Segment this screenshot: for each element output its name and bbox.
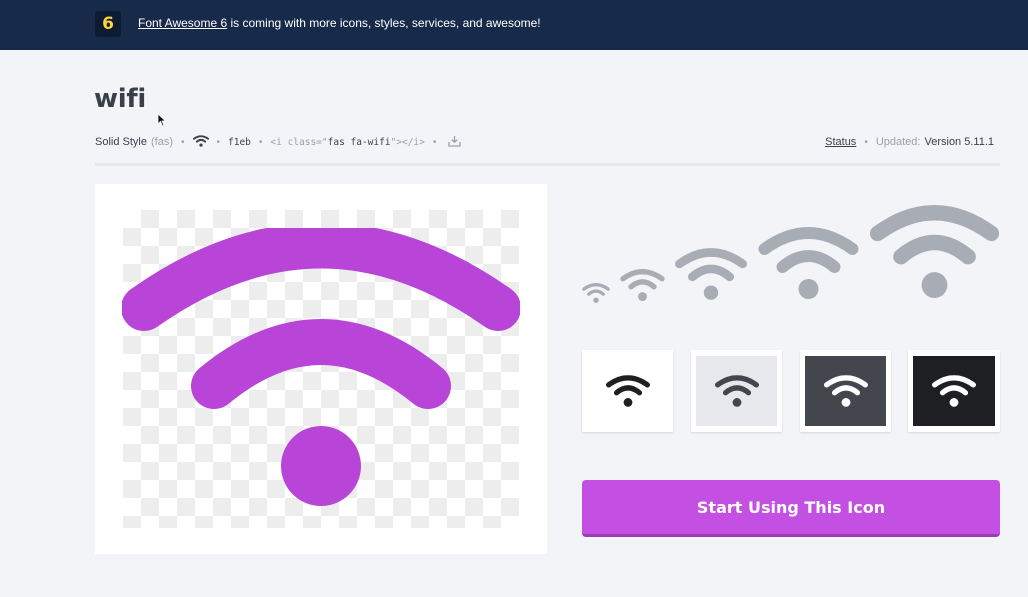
style-label: Solid Style bbox=[95, 136, 147, 148]
style-prefix: (fas) bbox=[150, 136, 173, 148]
header-divider bbox=[95, 163, 1000, 166]
wifi-icon bbox=[606, 375, 650, 407]
swatch-black-fill bbox=[913, 356, 995, 426]
icon-meta-row: Solid Style (fas) • • f1eb • <i class="f… bbox=[95, 136, 1000, 152]
version-value: Version 5.11.1 bbox=[924, 136, 994, 148]
wifi-icon bbox=[824, 375, 868, 407]
html-snippet[interactable]: <i class="fas fa-wifi"></i> bbox=[270, 137, 424, 148]
swatch-black[interactable] bbox=[908, 350, 1000, 432]
announcement-banner: 6 Font Awesome 6 is coming with more ico… bbox=[0, 0, 1028, 50]
font-awesome-6-link[interactable]: Font Awesome 6 bbox=[138, 16, 227, 30]
swatch-dark-fill bbox=[805, 356, 886, 426]
size-preview-xs bbox=[582, 283, 610, 303]
separator-dot: • bbox=[432, 136, 437, 148]
swatch-white[interactable] bbox=[582, 350, 673, 432]
wifi-icon bbox=[582, 283, 610, 303]
separator-dot: • bbox=[864, 136, 868, 148]
unicode-value[interactable]: f1eb bbox=[228, 137, 251, 148]
start-using-icon-button[interactable]: Start Using This Icon bbox=[582, 480, 1000, 537]
size-preview-lg bbox=[757, 227, 860, 299]
wifi-icon bbox=[932, 375, 976, 407]
banner-message: Font Awesome 6 is coming with more icons… bbox=[138, 16, 541, 30]
wifi-icon bbox=[122, 228, 520, 506]
wifi-icon bbox=[715, 375, 759, 407]
wifi-icon[interactable] bbox=[193, 135, 209, 147]
banner-message-text: is coming with more icons, styles, servi… bbox=[227, 16, 541, 30]
separator-dot: • bbox=[258, 136, 263, 148]
size-preview-md bbox=[675, 248, 747, 300]
swatch-light-fill bbox=[696, 356, 777, 426]
start-using-icon-label: Start Using This Icon bbox=[696, 497, 886, 517]
download-icon[interactable] bbox=[448, 135, 462, 147]
swatch-light[interactable] bbox=[691, 350, 782, 432]
wifi-icon bbox=[757, 227, 860, 299]
wifi-icon bbox=[675, 248, 747, 300]
updated-label: Updated: bbox=[875, 136, 921, 148]
wifi-icon bbox=[620, 269, 665, 301]
html-snippet-close: "></i> bbox=[390, 136, 425, 148]
size-preview-xl bbox=[869, 205, 1000, 298]
font-awesome-6-logo[interactable]: 6 bbox=[95, 11, 121, 37]
page-title: wifi bbox=[94, 84, 146, 114]
status-link[interactable]: Status bbox=[825, 136, 856, 148]
mouse-cursor-icon bbox=[157, 113, 167, 127]
swatch-dark[interactable] bbox=[800, 350, 891, 432]
size-preview-sm bbox=[620, 269, 665, 301]
separator-dot: • bbox=[216, 136, 221, 148]
html-snippet-open: <i class=" bbox=[270, 136, 328, 148]
wifi-icon bbox=[869, 205, 1000, 298]
swatch-white-fill bbox=[582, 350, 673, 432]
separator-dot: • bbox=[180, 136, 185, 148]
banner-badge-label: 6 bbox=[102, 14, 114, 34]
html-snippet-class: fas fa-wifi bbox=[327, 136, 391, 148]
